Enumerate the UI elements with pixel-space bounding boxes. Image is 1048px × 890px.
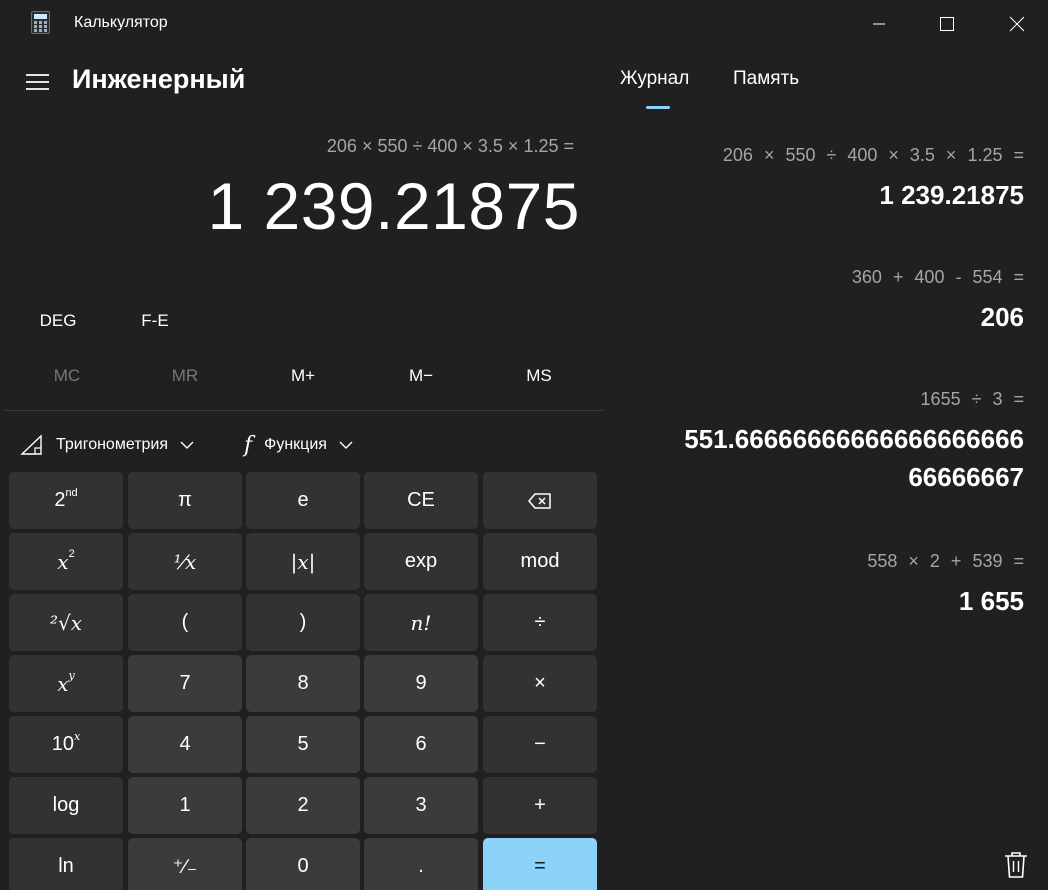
digit-6-button[interactable]: 6 [364, 716, 478, 773]
absolute-value-button[interactable]: |x| [246, 533, 360, 590]
history-expression[interactable]: 558 × 2 + 539 = [867, 551, 1024, 572]
tab-memory[interactable]: Память [733, 68, 799, 90]
navigation-menu-button[interactable] [26, 72, 50, 92]
active-tab-indicator [646, 106, 670, 109]
history-result[interactable]: 551.66666666666666666666 [684, 420, 1024, 458]
expression-display: 206 × 550 ÷ 400 × 3.5 × 1.25 = [326, 136, 574, 156]
close-paren-button[interactable]: ) [246, 594, 360, 651]
memory-subtract-button[interactable]: M− [362, 356, 480, 396]
close-button[interactable] [983, 0, 1048, 48]
factorial-button[interactable]: n! [364, 594, 478, 651]
trigonometry-label: Тригонометрия [56, 436, 169, 453]
close-icon [1009, 16, 1025, 32]
digit-0-button[interactable]: 0 [246, 838, 360, 890]
ten-power-button[interactable]: 10 x [9, 716, 123, 773]
minimize-button[interactable] [845, 0, 913, 48]
minus-button[interactable]: − [483, 716, 597, 773]
history-expression[interactable]: 1655 ÷ 3 = [921, 389, 1024, 410]
square-button[interactable]: x2 [9, 533, 123, 590]
open-paren-button[interactable]: ( [128, 594, 242, 651]
memory-add-button[interactable]: M+ [244, 356, 362, 396]
square-root-button[interactable]: ²√x [9, 594, 123, 651]
pi-button[interactable]: π [128, 472, 242, 529]
power-button[interactable]: xy [9, 655, 123, 712]
mod-button[interactable]: mod [483, 533, 597, 590]
digit-3-button[interactable]: 3 [364, 777, 478, 834]
clear-history-button[interactable] [1002, 850, 1030, 880]
divide-button[interactable]: ÷ [483, 594, 597, 651]
triangle-icon [20, 434, 44, 456]
natural-log-button[interactable]: ln [9, 838, 123, 890]
history-expression[interactable]: 206 × 550 ÷ 400 × 3.5 × 1.25 = [723, 145, 1024, 166]
backspace-button[interactable] [483, 472, 597, 529]
angle-unit-button[interactable]: DEG [22, 304, 94, 338]
function-icon: f [244, 432, 253, 458]
digit-2-button[interactable]: 2 [246, 777, 360, 834]
history-result[interactable]: 206 [981, 298, 1024, 336]
maximize-button[interactable] [913, 0, 981, 48]
e-button[interactable]: e [246, 472, 360, 529]
backspace-icon [528, 492, 551, 509]
memory-clear-button[interactable]: MC [8, 356, 126, 396]
divider [4, 410, 604, 411]
memory-row: MC MR M+ M− MS [8, 356, 598, 396]
trash-icon [1005, 852, 1027, 878]
history-result[interactable]: 1 239.21875 [879, 176, 1024, 214]
history-result-continued[interactable]: 66666667 [908, 458, 1024, 496]
mode-title: Инженерный [72, 64, 246, 94]
result-display: 1 239.21875 [207, 169, 580, 243]
function-label: Функция [264, 436, 327, 453]
digit-8-button[interactable]: 8 [246, 655, 360, 712]
history-result[interactable]: 1 655 [959, 582, 1024, 620]
clear-entry-button[interactable]: CE [364, 472, 478, 529]
reciprocal-button[interactable]: ⅟x [128, 533, 242, 590]
negate-button[interactable]: ⁺∕₋ [128, 838, 242, 890]
window-title: Калькулятор [74, 14, 168, 31]
plus-button[interactable]: + [483, 777, 597, 834]
function-dropdown[interactable]: f Функция [244, 428, 353, 462]
tab-history[interactable]: Журнал [620, 68, 689, 90]
second-function-button[interactable]: 2nd [9, 472, 123, 529]
memory-store-button[interactable]: MS [480, 356, 598, 396]
hamburger-icon [26, 74, 49, 90]
history-expression[interactable]: 360 + 400 - 554 = [852, 267, 1024, 288]
decimal-button[interactable]: . [364, 838, 478, 890]
log-button[interactable]: log [9, 777, 123, 834]
digit-4-button[interactable]: 4 [128, 716, 242, 773]
trigonometry-dropdown[interactable]: Тригонометрия [20, 428, 194, 462]
digit-1-button[interactable]: 1 [128, 777, 242, 834]
multiply-button[interactable]: × [483, 655, 597, 712]
digit-5-button[interactable]: 5 [246, 716, 360, 773]
calculator-window: Калькулятор Инженерный 206 × 550 ÷ 400 ×… [0, 0, 1048, 890]
minimize-icon [873, 23, 885, 25]
exp-button[interactable]: exp [364, 533, 478, 590]
title-bar: Калькулятор [0, 0, 1048, 48]
chevron-down-icon [180, 440, 194, 450]
digit-9-button[interactable]: 9 [364, 655, 478, 712]
maximize-icon [940, 17, 954, 31]
equals-button[interactable]: = [483, 838, 597, 890]
digit-7-button[interactable]: 7 [128, 655, 242, 712]
fixed-exponent-button[interactable]: F-E [120, 304, 190, 338]
chevron-down-icon [339, 440, 353, 450]
calculator-icon [31, 11, 50, 34]
memory-recall-button[interactable]: MR [126, 356, 244, 396]
